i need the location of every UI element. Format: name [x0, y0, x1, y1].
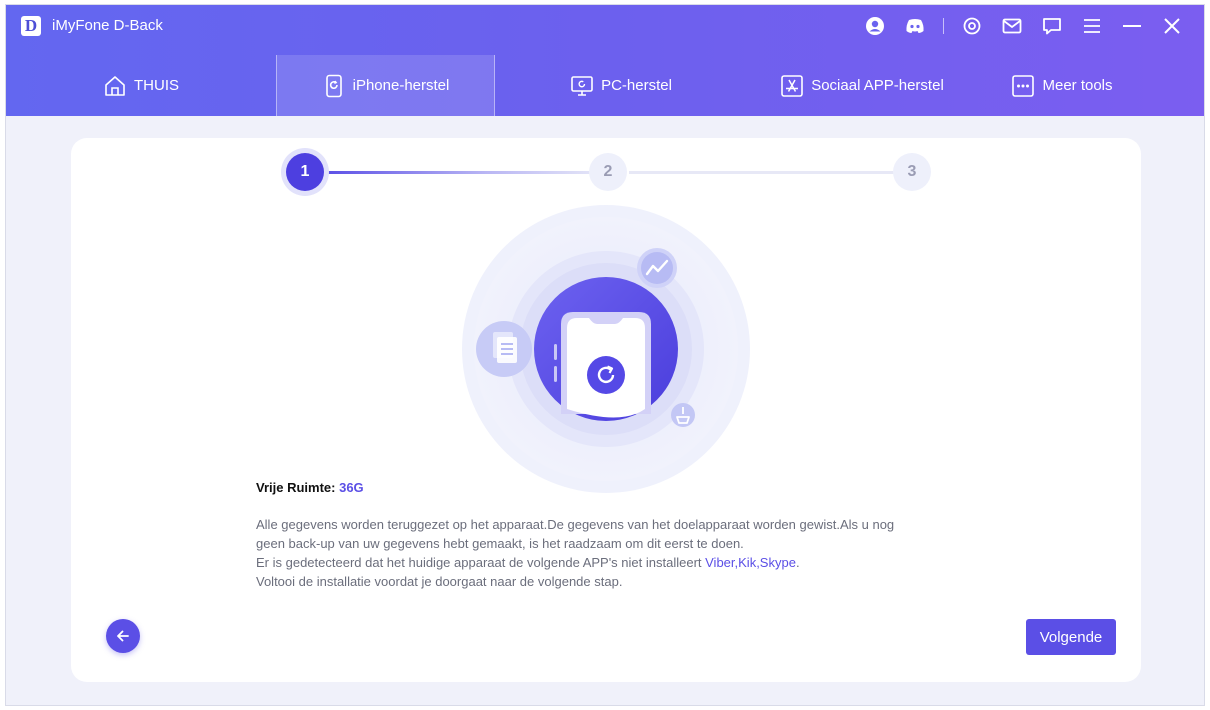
tab-iphone-herstel[interactable]: iPhone-herstel	[276, 55, 495, 116]
app-logo: D	[21, 16, 41, 36]
iphone-restore-icon	[325, 74, 342, 97]
main-tabs: THUIS iPhone-herstel PC-herstel Sociaal …	[6, 55, 1204, 116]
mail-icon[interactable]	[1000, 14, 1024, 38]
tab-label: iPhone-herstel	[352, 77, 450, 94]
header: D iMyFone D-Back THUIS iPhone-herstel PC…	[6, 5, 1204, 116]
back-button[interactable]	[106, 619, 140, 653]
document-icon	[476, 321, 532, 377]
missing-apps: Viber,Kik,Skype	[705, 555, 796, 570]
description-line: geen back-up van uw gegevens hebt gemaak…	[256, 536, 744, 551]
tab-label: Meer tools	[1042, 77, 1113, 94]
app-title: iMyFone D-Back	[52, 17, 163, 34]
close-icon[interactable]	[1160, 14, 1184, 38]
step-2: 2	[589, 153, 627, 191]
discord-icon[interactable]	[903, 14, 927, 38]
more-tools-icon	[1012, 74, 1035, 97]
tab-meer-tools[interactable]: Meer tools	[977, 55, 1147, 116]
tab-label: PC-herstel	[601, 77, 672, 94]
arrow-left-icon	[117, 630, 129, 642]
title-bar-controls	[847, 14, 1184, 38]
settings-icon[interactable]	[960, 14, 984, 38]
step-1: 1	[286, 153, 324, 191]
tab-sociaal-app-herstel[interactable]: Sociaal APP-herstel	[747, 55, 977, 116]
restore-info: Vrije Ruimte: 36G Alle gegevens worden t…	[256, 480, 956, 591]
minimize-icon[interactable]	[1120, 14, 1144, 38]
description-line: Er is gedetecteerd dat het huidige appar…	[256, 553, 956, 572]
step-3: 3	[893, 153, 931, 191]
title-bar-separator	[943, 18, 944, 34]
broom-icon	[671, 403, 695, 427]
app-warning-suffix: .	[795, 555, 800, 570]
app-store-icon	[781, 74, 804, 97]
app-window: D iMyFone D-Back THUIS iPhone-herstel PC…	[5, 4, 1205, 706]
app-warning-text: Er is gedetecteerd dat het huidige appar…	[256, 555, 706, 570]
account-icon[interactable]	[863, 14, 887, 38]
tab-label: THUIS	[134, 77, 179, 94]
home-icon	[105, 75, 125, 96]
description-line: Alle gegevens worden teruggezet op het a…	[256, 517, 895, 532]
tab-label: Sociaal APP-herstel	[811, 77, 944, 94]
free-space-value: 36G	[339, 480, 364, 495]
tab-thuis[interactable]: THUIS	[6, 55, 276, 116]
free-space: Vrije Ruimte: 36G	[256, 480, 956, 495]
trend-icon	[637, 248, 677, 288]
step-progress-line	[324, 171, 594, 174]
step-line	[629, 171, 899, 174]
refresh-icon	[587, 356, 625, 394]
title-bar: D iMyFone D-Back	[6, 5, 1204, 47]
pc-restore-icon	[571, 75, 593, 96]
free-space-label: Vrije Ruimte:	[256, 480, 336, 495]
stepper: 1 2 3	[284, 152, 934, 192]
next-button[interactable]: Volgende	[1026, 619, 1116, 655]
restore-illustration	[461, 204, 751, 494]
description-line: Voltooi de installatie voordat je doorga…	[256, 574, 623, 589]
description: Alle gegevens worden teruggezet op het a…	[256, 515, 956, 591]
feedback-icon[interactable]	[1040, 14, 1064, 38]
menu-icon[interactable]	[1080, 14, 1104, 38]
content-card: 1 2 3 Vrije Ruimte: 36G Alle gegevens wo…	[71, 138, 1141, 682]
tab-pc-herstel[interactable]: PC-herstel	[495, 55, 747, 116]
